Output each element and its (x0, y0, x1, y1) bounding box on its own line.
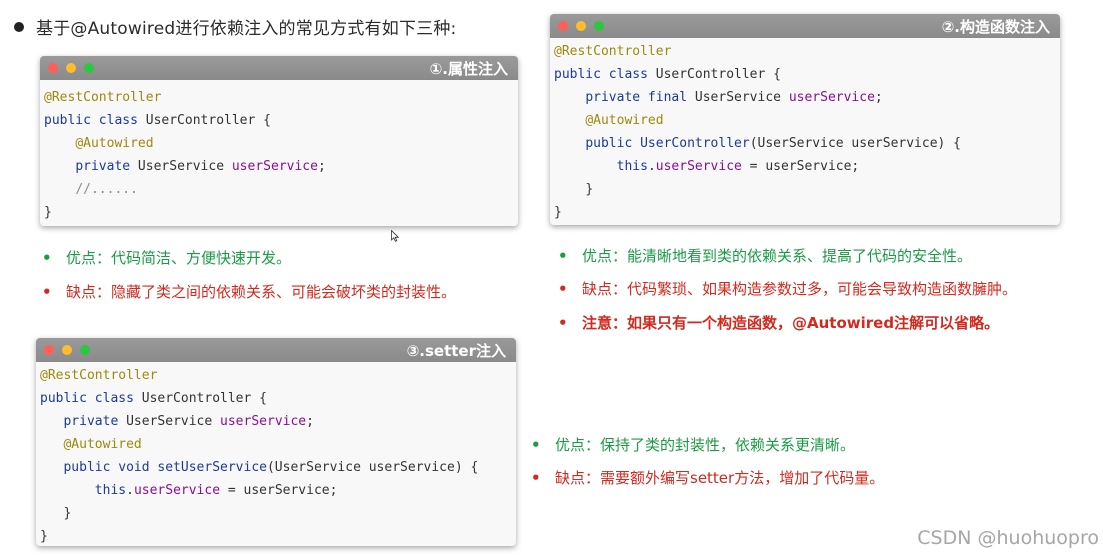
card-title: ①.属性注入 (429, 60, 508, 78)
code-field: userService (220, 414, 307, 429)
code-text: = userService; (220, 483, 338, 498)
bullet-icon: • (42, 283, 52, 301)
code-text: UserController { (647, 67, 781, 82)
code-keyword: private final (585, 90, 688, 105)
code-annotation: @RestController (554, 44, 672, 59)
code-text: } (44, 205, 52, 220)
pro-note: • 优点：代码简洁、方便快速开发。 (42, 247, 291, 268)
code-keyword: this (616, 159, 648, 174)
window-titlebar: ③.setter注入 (36, 338, 516, 362)
con-note: • 缺点：需要额外编写setter方法，增加了代码量。 (531, 467, 884, 488)
code-keyword: private (75, 159, 131, 174)
con-text: 缺点：代码繁琐、如果构造参数过多，可能会导致构造函数臃肿。 (582, 280, 1018, 298)
close-dot-icon (558, 21, 568, 31)
code-keyword: this (94, 483, 127, 498)
maximize-dot-icon (84, 63, 94, 73)
bullet-icon: • (42, 249, 52, 267)
code-keyword: private (63, 414, 119, 429)
pro-text: 优点：能清晰地看到类的依赖关系、提高了代码的安全性。 (582, 247, 973, 265)
bullet-icon: • (558, 314, 568, 332)
maximize-dot-icon (594, 21, 604, 31)
con-note: • 缺点：代码繁琐、如果构造参数过多，可能会导致构造函数臃肿。 (558, 278, 1017, 299)
heading-bullet-icon (14, 22, 24, 32)
code-text: } (554, 205, 562, 220)
pro-text: 优点：代码简洁、方便快速开发。 (66, 249, 292, 267)
code-annotation: @RestController (44, 90, 162, 105)
code-text: ; (317, 159, 326, 174)
code-block: @RestController public class UserControl… (550, 38, 1060, 224)
warning-text: 注意：如果只有一个构造函数，@Autowired注解可以省略。 (582, 314, 1000, 332)
code-keyword: public class (554, 67, 648, 82)
code-text: } (40, 529, 48, 544)
bullet-icon: • (558, 247, 568, 265)
code-keyword: public class (44, 113, 138, 128)
close-dot-icon (48, 63, 58, 73)
code-card-field-injection: ①.属性注入 @RestController public class User… (40, 56, 518, 226)
code-text: . (647, 159, 656, 174)
close-dot-icon (44, 345, 54, 355)
code-keyword: public class (40, 391, 134, 406)
code-text: ; (874, 90, 883, 105)
page-heading: 基于@Autowired进行依赖注入的常见方式有如下三种: (14, 14, 457, 39)
code-field: userService (231, 159, 318, 174)
con-text: 缺点：需要额外编写setter方法，增加了代码量。 (555, 469, 885, 487)
card-title: ③.setter注入 (406, 342, 506, 360)
pro-note: • 优点：保持了类的封装性，依赖关系更清晰。 (531, 434, 855, 455)
code-text: (UserService userService) { (266, 460, 479, 475)
minimize-dot-icon (576, 21, 586, 31)
code-card-constructor-injection: ②.构造函数注入 @RestController public class Us… (550, 14, 1060, 225)
bullet-icon: • (531, 436, 541, 454)
code-annotation: @RestController (40, 368, 158, 383)
code-field: userService (133, 483, 221, 498)
pro-text: 优点：保持了类的封装性，依赖关系更清晰。 (555, 436, 856, 454)
code-text: UserService (687, 90, 789, 105)
code-comment: //...... (75, 182, 138, 197)
warning-note: • 注意：如果只有一个构造函数，@Autowired注解可以省略。 (558, 312, 999, 333)
code-annotation: @Autowired (75, 136, 154, 151)
code-annotation: @Autowired (585, 113, 664, 128)
heading-text: 基于@Autowired进行依赖注入的常见方式有如下三种: (36, 19, 457, 39)
code-text: } (63, 506, 72, 521)
minimize-dot-icon (66, 63, 76, 73)
code-text: UserController { (133, 391, 267, 406)
con-note: • 缺点：隐藏了类之间的依赖关系、可能会破坏类的封装性。 (42, 281, 456, 302)
maximize-dot-icon (80, 345, 90, 355)
code-text: UserService (130, 159, 232, 174)
mouse-pointer-icon (391, 230, 399, 242)
con-text: 缺点：隐藏了类之间的依赖关系、可能会破坏类的封装性。 (66, 283, 457, 301)
code-method: setUserService (157, 460, 267, 475)
code-text: UserController { (137, 113, 271, 128)
bullet-icon: • (531, 469, 541, 487)
code-text: UserService (118, 414, 221, 429)
code-text: (UserService userService) { (749, 136, 962, 151)
code-text: = userService; (741, 159, 860, 174)
code-card-setter-injection: ③.setter注入 @RestController public class … (36, 338, 516, 546)
minimize-dot-icon (62, 345, 72, 355)
code-text: ; (306, 414, 314, 429)
window-titlebar: ②.构造函数注入 (550, 14, 1060, 38)
code-keyword: public (585, 136, 633, 151)
code-text: . (126, 483, 134, 498)
code-keyword: public void (63, 460, 150, 475)
code-annotation: @Autowired (63, 437, 142, 452)
window-titlebar: ①.属性注入 (40, 56, 518, 80)
bullet-icon: • (558, 280, 568, 298)
code-method: UserController (640, 136, 750, 151)
code-text: } (585, 182, 594, 197)
code-block: @RestController public class UserControl… (36, 362, 516, 546)
pro-note: • 优点：能清晰地看到类的依赖关系、提高了代码的安全性。 (558, 245, 972, 266)
code-field: userService (788, 90, 875, 105)
code-field: userService (655, 159, 742, 174)
card-title: ②.构造函数注入 (941, 18, 1050, 36)
watermark: CSDN @huohuopro (917, 527, 1099, 549)
code-block: @RestController public class UserControl… (40, 80, 518, 224)
